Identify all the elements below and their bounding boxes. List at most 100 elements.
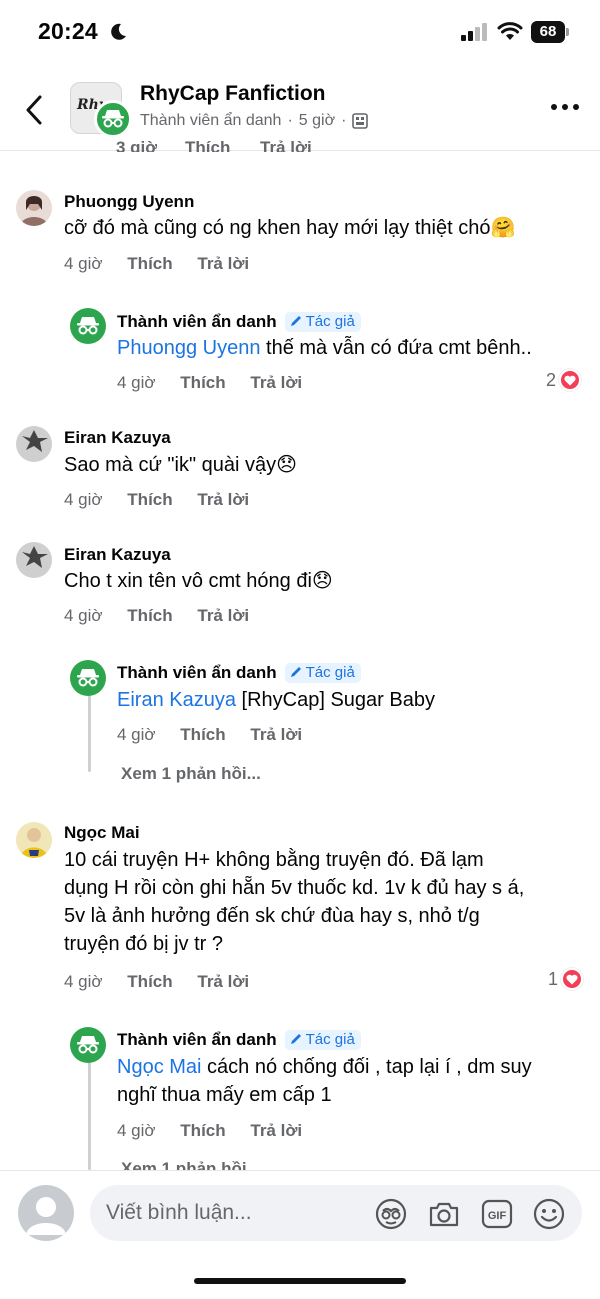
separator: · (287, 112, 293, 129)
status-bar: 20:24 68 (0, 0, 600, 66)
anonymous-avatar[interactable] (70, 308, 106, 344)
reaction-number: 1 (548, 968, 559, 989)
comment-author: Thành viên ẩn danh Tác giả (117, 1030, 361, 1050)
like-button[interactable]: Thích (127, 606, 172, 625)
comment-author[interactable]: Phuongg Uyenn (64, 192, 194, 212)
comment-text-line: truyện đó bị jv tr ? (64, 933, 223, 955)
reply-button[interactable]: Trả lời (250, 725, 302, 744)
battery-indicator: 68 (531, 21, 569, 43)
comment-text: Cho t xin tên vô cmt hóng đi😞 (64, 570, 333, 592)
heart-icon (559, 369, 582, 391)
reply-button[interactable]: Trả lời (197, 254, 249, 273)
comment-author: Thành viên ẩn danh Tác giả (117, 312, 361, 332)
author-badge-label: Tác giả (305, 313, 355, 330)
avatar[interactable] (16, 426, 52, 462)
author-badge: Tác giả (284, 312, 361, 332)
home-indicator[interactable] (194, 1278, 406, 1284)
like-button[interactable]: Thích (180, 373, 225, 392)
comment-meta: 4 giờ Thích Trả lời (64, 606, 249, 626)
like-button[interactable]: Thích (127, 490, 172, 509)
comment-meta: 4 giờ Thích Trả lời (64, 490, 249, 510)
comment-time: 4 giờ (64, 972, 103, 991)
thread-line (88, 1060, 91, 1170)
reply-button[interactable]: Trả lời (197, 490, 249, 509)
reply-button[interactable]: Trả lời (197, 972, 249, 991)
comment-author: Thành viên ẩn danh Tác giả (117, 663, 361, 683)
gif-icon[interactable]: GIF (480, 1197, 514, 1231)
comment-time: 3 giờ (116, 138, 158, 152)
comment-text-line: 10 cái truyện H+ không bằng truyện đó. Đ… (64, 849, 484, 871)
mention-link[interactable]: Ngọc Mai (117, 1056, 201, 1078)
like-button[interactable]: Thích (127, 254, 172, 273)
comment-meta: 4 giờ Thích Trả lời (117, 725, 302, 745)
post-header: Rhy RhyCap Fanfiction Thành viên ẩn danh… (0, 70, 600, 148)
comment-author[interactable]: Eiran Kazuya (64, 428, 171, 448)
comment-meta: 4 giờ Thích Trả lời (117, 373, 302, 393)
thread-line (88, 690, 91, 772)
author-badge: Tác giả (284, 663, 361, 683)
more-dots-icon[interactable] (550, 102, 580, 112)
reply-button[interactable]: Trả lời (260, 138, 312, 152)
wifi-icon (497, 22, 523, 40)
group-name[interactable]: RhyCap Fanfiction (140, 82, 326, 106)
signal-icon (461, 23, 487, 41)
comment-text: Eiran Kazuya [RhyCap] Sugar Baby (117, 686, 435, 714)
mention-link[interactable]: Phuongg Uyenn (117, 337, 260, 359)
camera-icon[interactable] (427, 1197, 461, 1231)
comment-text: Sao mà cứ "ik" quài vậy😞 (64, 454, 297, 476)
comment-body: cách nó chống đối , tap lại í , dm suy (201, 1056, 532, 1078)
status-time: 20:24 (38, 18, 98, 44)
like-button[interactable]: Thích (180, 1121, 225, 1140)
comment-time: 4 giờ (117, 373, 156, 392)
comment-text: cỡ đó mà cũng có ng khen hay mới lạy thi… (64, 217, 516, 239)
comment-input[interactable]: Viết bình luận... GIF (90, 1185, 582, 1241)
post-author: Thành viên ẩn danh (140, 112, 282, 129)
author-name[interactable]: Thành viên ẩn danh (117, 663, 277, 682)
like-button[interactable]: Thích (180, 725, 225, 744)
reply-button[interactable]: Trả lời (197, 606, 249, 625)
view-replies-link[interactable]: Xem 1 phản hồi... (121, 764, 261, 784)
comment-text: Phuongg Uyenn thế mà vẫn có đứa cmt bênh… (117, 334, 532, 362)
avatar[interactable] (16, 822, 52, 858)
comment-time: 4 giờ (64, 606, 103, 625)
reaction-count[interactable]: 2 (546, 369, 582, 391)
pencil-icon (290, 667, 301, 677)
author-name[interactable]: Thành viên ẩn danh (117, 1030, 277, 1049)
author-badge-label: Tác giả (305, 1031, 355, 1048)
separator: · (341, 112, 347, 129)
reply-button[interactable]: Trả lời (250, 1121, 302, 1140)
comment-author[interactable]: Eiran Kazuya (64, 545, 171, 565)
avatar[interactable] (16, 542, 52, 578)
like-button[interactable]: Thích (185, 138, 230, 152)
chevron-left-icon[interactable] (22, 94, 46, 126)
battery-tip (566, 28, 569, 36)
view-replies-link[interactable]: Xem 1 phản hồi... (121, 1159, 261, 1170)
comment-input-placeholder: Viết bình luận... (106, 1201, 252, 1224)
comment-meta: 4 giờ Thích Trả lời (64, 972, 249, 992)
like-button[interactable]: Thích (127, 972, 172, 991)
moon-icon (111, 23, 126, 40)
avatar[interactable] (16, 190, 52, 226)
anonymous-avatar[interactable] (70, 1027, 106, 1063)
comment-meta: 4 giờ Thích Trả lời (117, 1121, 302, 1141)
reaction-count[interactable]: 1 (548, 968, 584, 990)
mention-link[interactable]: Eiran Kazuya (117, 689, 236, 711)
reaction-number: 2 (546, 369, 557, 390)
author-name[interactable]: Thành viên ẩn danh (117, 312, 277, 331)
comment-time: 4 giờ (117, 725, 156, 744)
comment-author[interactable]: Ngọc Mai (64, 823, 140, 843)
pencil-icon (290, 316, 301, 326)
emoji-icon[interactable] (532, 1197, 566, 1231)
avatar[interactable] (18, 1185, 74, 1241)
comment-time: 4 giờ (117, 1121, 156, 1140)
sticker-icon[interactable] (374, 1197, 408, 1231)
comment-text-line: nghĩ thua mấy em cấp 1 (117, 1084, 332, 1106)
group-privacy-icon (352, 113, 369, 129)
reply-button[interactable]: Trả lời (250, 373, 302, 392)
post-subtitle: Thành viên ẩn danh · 5 giờ · (140, 112, 369, 130)
battery-level: 68 (531, 21, 565, 43)
post-time: 5 giờ (298, 112, 336, 129)
anonymous-avatar[interactable] (70, 660, 106, 696)
comment-time: 4 giờ (64, 490, 103, 509)
author-badge-label: Tác giả (305, 664, 355, 681)
